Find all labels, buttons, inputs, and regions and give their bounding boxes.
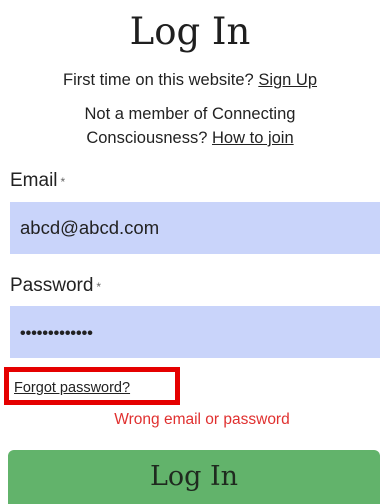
how-to-join-link[interactable]: How to join — [212, 129, 294, 147]
forgot-password-link[interactable]: Forgot password? — [14, 379, 130, 397]
forgot-password-highlight: Forgot password? — [4, 367, 180, 405]
sign-up-link[interactable]: Sign Up — [258, 71, 317, 89]
password-required-marker: * — [96, 280, 102, 294]
email-label-text: Email — [10, 170, 58, 191]
page-title: Log In — [129, 10, 251, 53]
password-field[interactable]: ••••••••••••• — [10, 306, 380, 358]
email-required-marker: * — [60, 175, 66, 189]
password-label: Password * — [10, 273, 101, 299]
password-field-value: ••••••••••••• — [20, 325, 93, 342]
email-field-value: abcd@abcd.com — [20, 217, 160, 238]
error-message: Wrong email or password — [114, 411, 290, 428]
signup-prompt: First time on this website? Sign Up — [0, 68, 380, 92]
join-prompt: Not a member of Connecting Consciousness… — [60, 102, 320, 150]
password-label-text: Password — [10, 275, 94, 296]
signup-prompt-text: First time on this website? — [62, 71, 254, 89]
login-button[interactable]: Log In — [8, 450, 380, 504]
email-field[interactable]: abcd@abcd.com — [10, 202, 380, 254]
email-label: Email * — [10, 168, 65, 194]
